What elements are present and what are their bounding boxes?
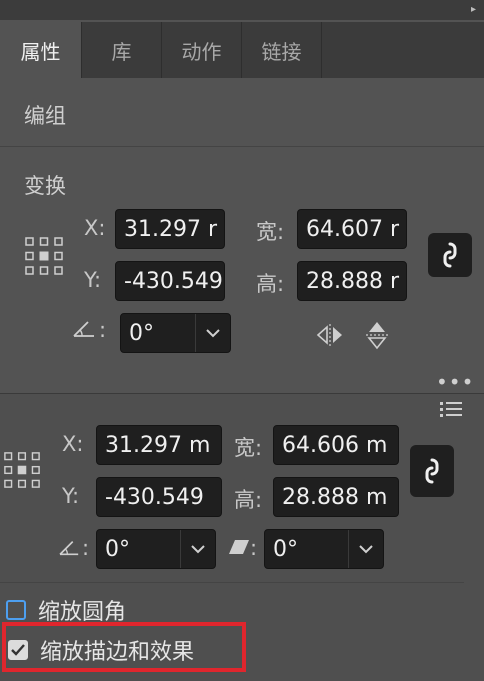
section-title-transform: 变换 <box>24 174 66 198</box>
link-icon <box>425 458 439 484</box>
x-label: X: <box>62 432 84 456</box>
tab-properties[interactable]: 属性 <box>0 22 82 78</box>
scale-strokes-checkbox[interactable] <box>8 640 28 660</box>
tab-label: 动作 <box>181 39 222 64</box>
shear-angle-value: 0° <box>273 536 298 562</box>
height-label: 高: <box>234 488 263 512</box>
height-field[interactable]: 28.888 m <box>273 477 399 517</box>
scale-strokes-label: 缩放描边和效果 <box>40 640 195 665</box>
tab-label: 链接 <box>261 39 302 64</box>
width-field[interactable]: 64.606 m <box>273 425 399 465</box>
angle-label: : <box>99 318 107 342</box>
link-icon <box>443 242 457 268</box>
divider <box>0 146 484 147</box>
y-label: Y: <box>62 484 80 508</box>
chevron-down-icon[interactable] <box>348 530 383 568</box>
height-field[interactable]: 28.888 r <box>297 261 407 301</box>
reference-point-icon[interactable] <box>3 451 41 489</box>
tab-actions[interactable]: 动作 <box>162 22 242 78</box>
width-label: 宽: <box>234 436 263 460</box>
chevron-down-icon[interactable] <box>180 530 215 568</box>
y-field[interactable]: -430.549 <box>115 261 225 301</box>
x-field[interactable]: 31.297 r <box>115 209 225 249</box>
constrain-proportions-button[interactable] <box>428 233 472 277</box>
tab-label: 属性 <box>20 39 61 64</box>
angle-label: : <box>82 536 90 560</box>
shear-angle-dropdown[interactable]: 0° <box>264 529 384 569</box>
tab-links[interactable]: 链接 <box>242 22 322 78</box>
chevron-down-icon[interactable] <box>195 314 230 352</box>
tab-label: 库 <box>111 39 132 64</box>
rotate-angle-icon <box>72 318 98 340</box>
checkmark-icon <box>11 644 25 656</box>
shear-label: : <box>250 536 258 560</box>
rotate-angle-value: 0° <box>105 536 130 562</box>
width-label: 宽: <box>256 220 285 244</box>
y-field[interactable]: -430.549 <box>96 477 222 517</box>
divider <box>0 582 464 583</box>
rotate-angle-dropdown[interactable]: 0° <box>120 313 231 353</box>
tab-bar: 属性 库 动作 链接 <box>0 22 484 78</box>
tab-libraries[interactable]: 库 <box>82 22 162 78</box>
x-label: X: <box>84 216 106 240</box>
x-field[interactable]: 31.297 m <box>96 425 222 465</box>
section-title-group: 编组 <box>24 104 66 128</box>
height-label: 高: <box>256 272 285 296</box>
scale-strokes-option[interactable]: 缩放描边和效果 <box>8 634 194 666</box>
flip-vertical-icon[interactable] <box>364 320 390 350</box>
rotate-angle-dropdown[interactable]: 0° <box>96 529 216 569</box>
shear-icon <box>228 538 250 556</box>
more-options-icon[interactable]: ••• <box>436 370 474 394</box>
panel-menu-icon[interactable] <box>440 401 462 419</box>
constrain-proportions-button[interactable] <box>410 445 454 497</box>
collapse-panel-icon[interactable]: ▸ <box>471 4 476 15</box>
flip-horizontal-icon[interactable] <box>316 322 344 348</box>
panel-top-strip <box>0 0 484 20</box>
rotate-angle-value: 0° <box>129 320 154 346</box>
rotate-angle-icon <box>58 538 82 558</box>
reference-point-icon[interactable] <box>24 236 64 276</box>
width-field[interactable]: 64.607 r <box>297 209 407 249</box>
scale-corners-checkbox[interactable] <box>6 600 26 620</box>
y-label: Y: <box>84 268 102 292</box>
